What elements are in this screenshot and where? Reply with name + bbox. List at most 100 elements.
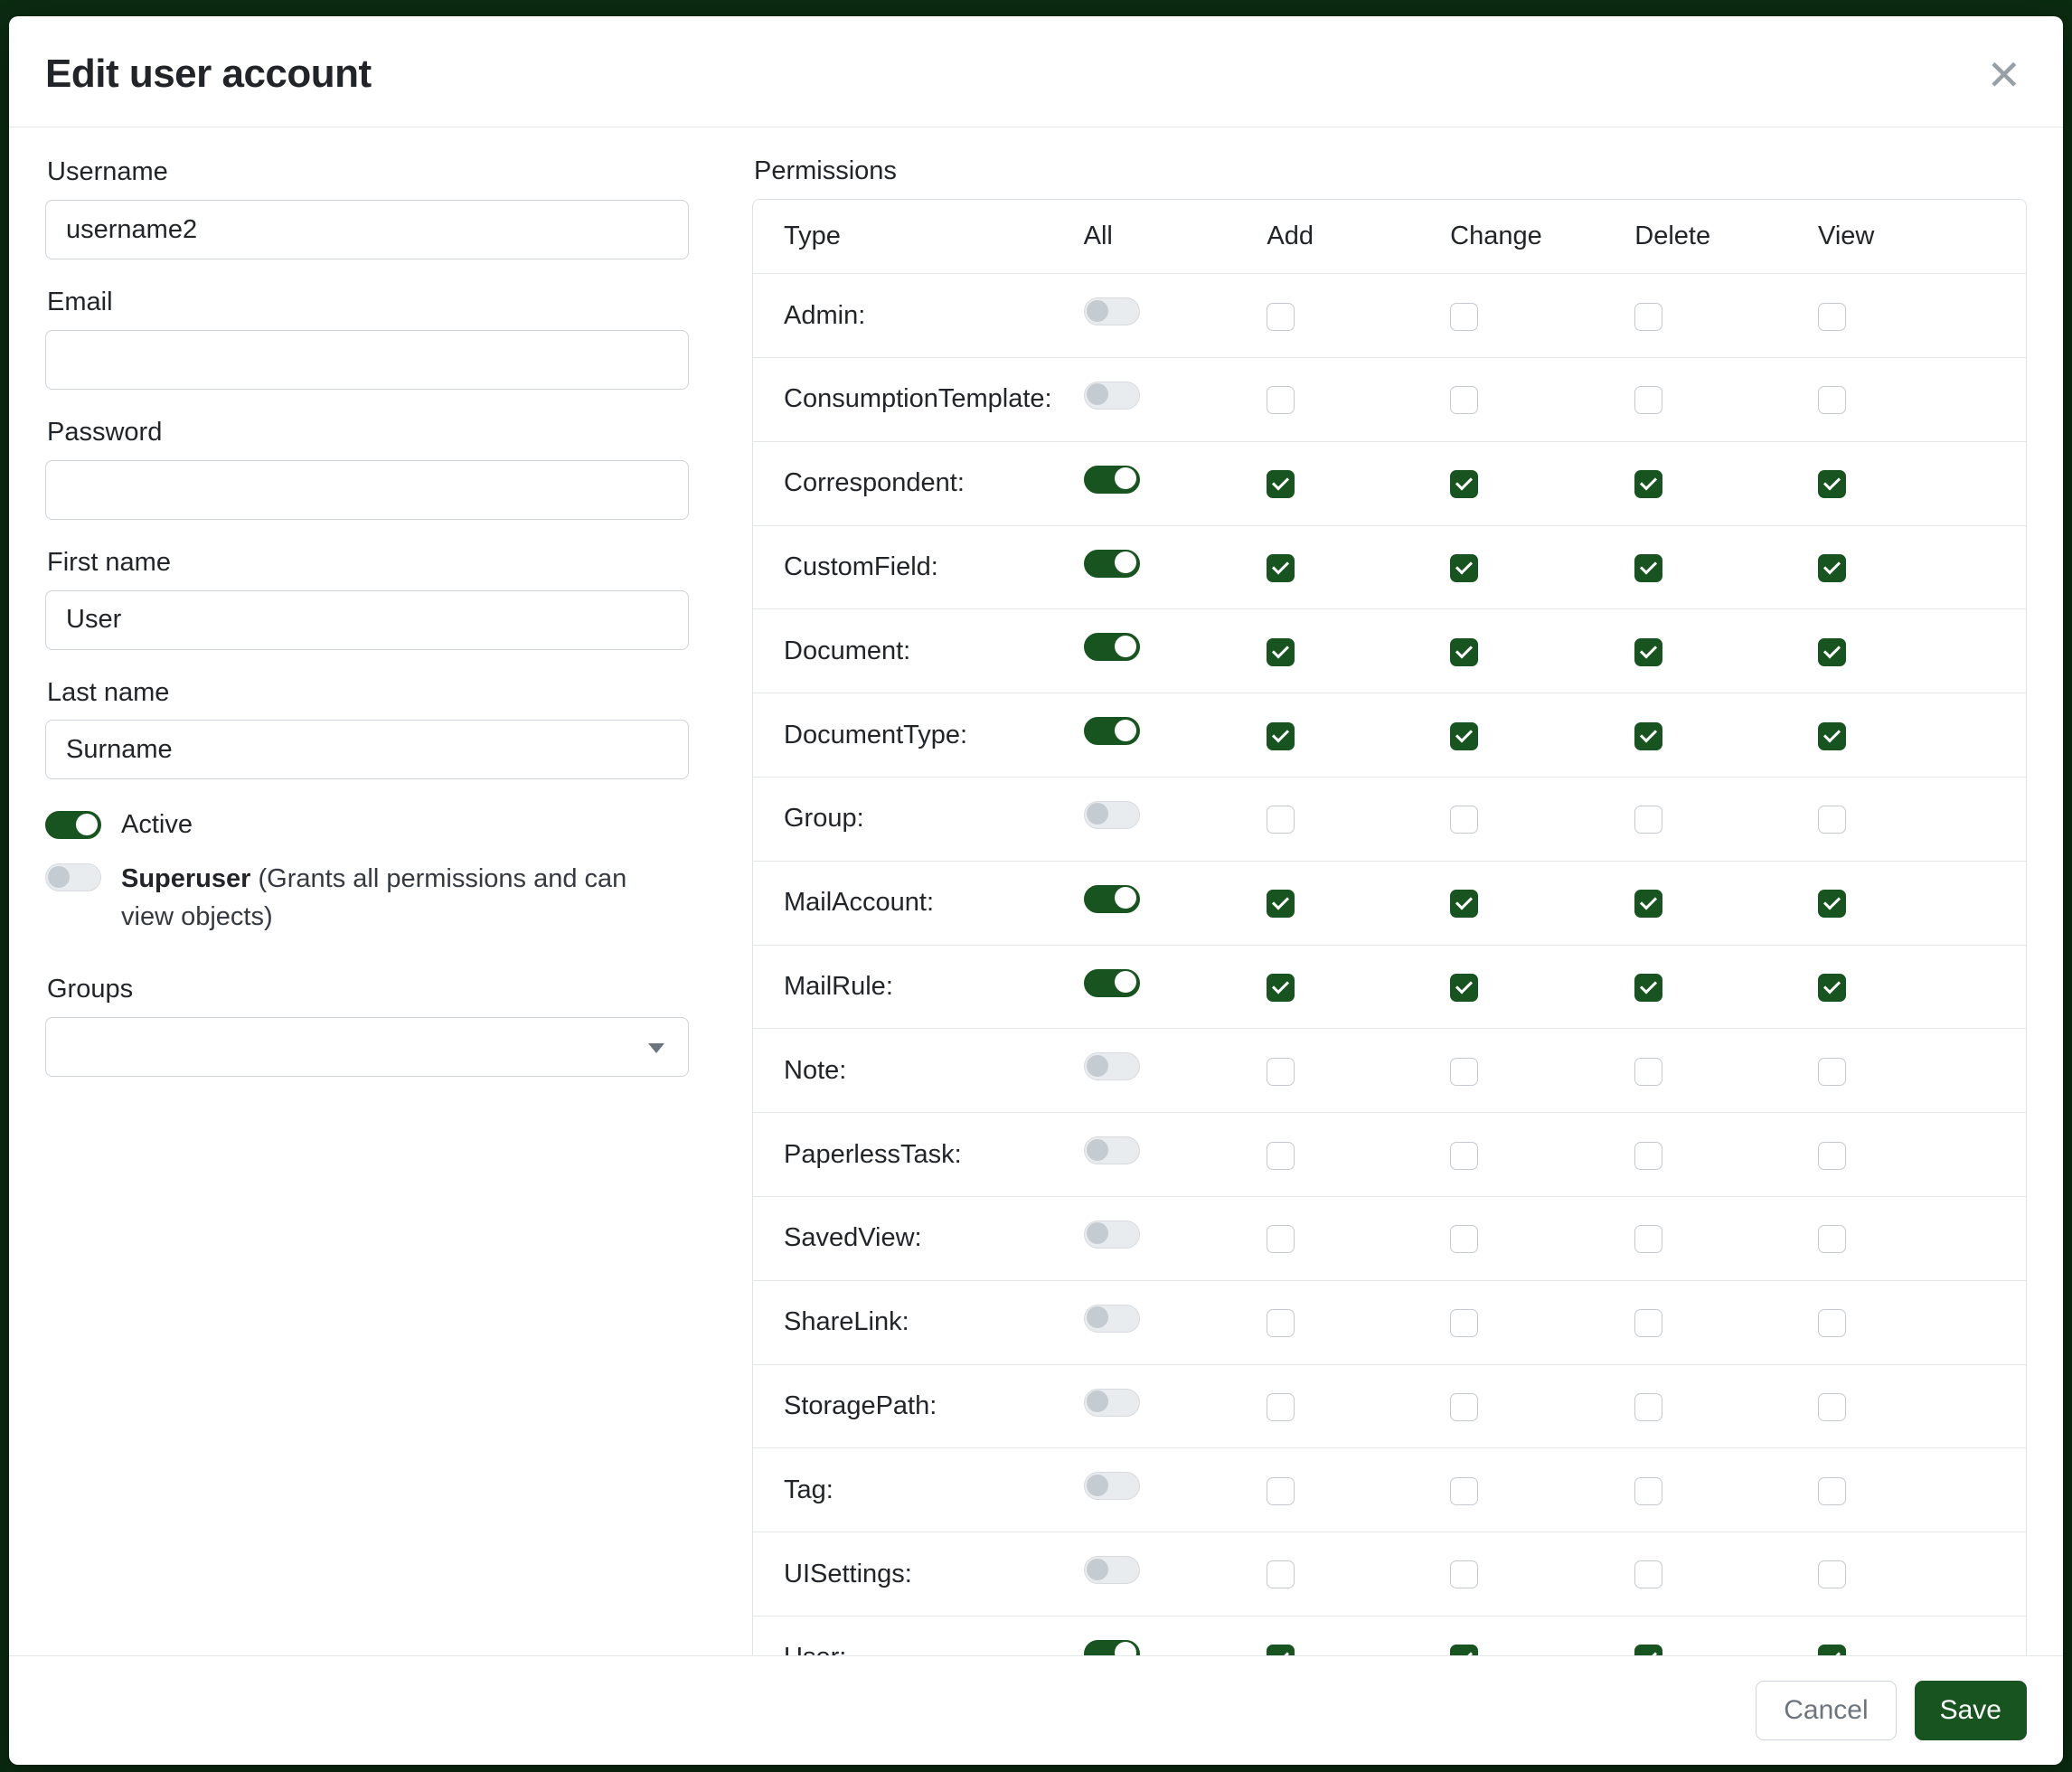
- permission-add-checkbox[interactable]: [1267, 1393, 1295, 1421]
- permission-change-checkbox[interactable]: [1450, 890, 1478, 918]
- permission-view-checkbox[interactable]: [1818, 722, 1846, 750]
- permission-all-toggle[interactable]: [1084, 1221, 1140, 1249]
- permission-all-toggle[interactable]: [1084, 969, 1140, 997]
- permission-add-checkbox[interactable]: [1267, 1645, 1295, 1655]
- permission-add-checkbox[interactable]: [1267, 554, 1295, 582]
- permission-view-checkbox[interactable]: [1818, 974, 1846, 1002]
- permission-all-toggle[interactable]: [1084, 382, 1140, 410]
- permission-delete-checkbox[interactable]: [1634, 1393, 1662, 1421]
- username-input[interactable]: [45, 200, 689, 259]
- toggle-knob: [1087, 1139, 1108, 1161]
- permission-delete-checkbox[interactable]: [1634, 1560, 1662, 1588]
- permission-change-checkbox[interactable]: [1450, 1645, 1478, 1655]
- permission-view-checkbox[interactable]: [1818, 1225, 1846, 1253]
- permission-view-checkbox[interactable]: [1818, 1309, 1846, 1337]
- permission-add-checkbox[interactable]: [1267, 1225, 1295, 1253]
- permission-change-checkbox[interactable]: [1450, 1393, 1478, 1421]
- permission-all-toggle[interactable]: [1084, 633, 1140, 661]
- cancel-button[interactable]: Cancel: [1756, 1681, 1896, 1740]
- permission-delete-checkbox[interactable]: [1634, 1142, 1662, 1170]
- permission-add-checkbox[interactable]: [1267, 806, 1295, 834]
- permission-all-toggle[interactable]: [1084, 1052, 1140, 1080]
- email-input[interactable]: [45, 330, 689, 390]
- permission-all-toggle[interactable]: [1084, 717, 1140, 745]
- permission-add-checkbox[interactable]: [1267, 974, 1295, 1002]
- permission-view-checkbox[interactable]: [1818, 1393, 1846, 1421]
- permission-delete-checkbox[interactable]: [1634, 1477, 1662, 1505]
- permission-add-checkbox[interactable]: [1267, 890, 1295, 918]
- permission-change-checkbox[interactable]: [1450, 386, 1478, 414]
- permission-change-checkbox[interactable]: [1450, 638, 1478, 666]
- permission-delete-checkbox[interactable]: [1634, 554, 1662, 582]
- permission-delete-checkbox[interactable]: [1634, 386, 1662, 414]
- permission-change-checkbox[interactable]: [1450, 1225, 1478, 1253]
- permission-delete-checkbox[interactable]: [1634, 806, 1662, 834]
- first-name-input[interactable]: [45, 590, 689, 650]
- permission-all-toggle[interactable]: [1084, 1389, 1140, 1417]
- permission-change-checkbox[interactable]: [1450, 974, 1478, 1002]
- permission-change-checkbox[interactable]: [1450, 1477, 1478, 1505]
- permission-all-toggle[interactable]: [1084, 550, 1140, 578]
- permission-change-checkbox[interactable]: [1450, 554, 1478, 582]
- permission-all-toggle[interactable]: [1084, 801, 1140, 829]
- permission-delete-checkbox[interactable]: [1634, 1645, 1662, 1655]
- permission-change-checkbox[interactable]: [1450, 1142, 1478, 1170]
- permission-change-checkbox[interactable]: [1450, 1560, 1478, 1588]
- permission-add-checkbox[interactable]: [1267, 470, 1295, 498]
- permission-add-checkbox[interactable]: [1267, 1142, 1295, 1170]
- permission-delete-checkbox[interactable]: [1634, 974, 1662, 1002]
- permission-view-checkbox[interactable]: [1818, 890, 1846, 918]
- permission-view-checkbox[interactable]: [1818, 554, 1846, 582]
- permission-view-checkbox[interactable]: [1818, 806, 1846, 834]
- permission-all-toggle[interactable]: [1084, 1640, 1140, 1655]
- permission-add-checkbox[interactable]: [1267, 1309, 1295, 1337]
- permission-add-checkbox[interactable]: [1267, 1477, 1295, 1505]
- permission-all-toggle[interactable]: [1084, 466, 1140, 494]
- permission-delete-checkbox[interactable]: [1634, 638, 1662, 666]
- superuser-text: Superuser (Grants all permissions and ca…: [121, 860, 664, 936]
- permission-change-checkbox[interactable]: [1450, 470, 1478, 498]
- permission-all-toggle[interactable]: [1084, 1472, 1140, 1500]
- permission-add-checkbox[interactable]: [1267, 722, 1295, 750]
- permission-change-checkbox[interactable]: [1450, 1058, 1478, 1086]
- permission-add-checkbox[interactable]: [1267, 1058, 1295, 1086]
- permission-type-label: StoragePath:: [753, 1364, 1077, 1448]
- password-input[interactable]: [45, 460, 689, 520]
- permission-view-checkbox[interactable]: [1818, 1058, 1846, 1086]
- permission-change-checkbox[interactable]: [1450, 806, 1478, 834]
- permission-add-checkbox[interactable]: [1267, 303, 1295, 331]
- permission-all-toggle[interactable]: [1084, 1556, 1140, 1584]
- active-toggle[interactable]: [45, 811, 101, 839]
- permission-delete-checkbox[interactable]: [1634, 1058, 1662, 1086]
- permission-view-checkbox[interactable]: [1818, 386, 1846, 414]
- permission-add-checkbox[interactable]: [1267, 1560, 1295, 1588]
- permission-view-checkbox[interactable]: [1818, 303, 1846, 331]
- permission-view-checkbox[interactable]: [1818, 638, 1846, 666]
- permission-add-checkbox[interactable]: [1267, 386, 1295, 414]
- permission-delete-checkbox[interactable]: [1634, 470, 1662, 498]
- permission-delete-checkbox[interactable]: [1634, 890, 1662, 918]
- permission-view-checkbox[interactable]: [1818, 1142, 1846, 1170]
- save-button[interactable]: Save: [1915, 1681, 2027, 1740]
- permission-delete-checkbox[interactable]: [1634, 1225, 1662, 1253]
- permission-change-checkbox[interactable]: [1450, 722, 1478, 750]
- permission-view-checkbox[interactable]: [1818, 1477, 1846, 1505]
- permission-delete-checkbox[interactable]: [1634, 722, 1662, 750]
- permission-delete-checkbox[interactable]: [1634, 1309, 1662, 1337]
- permissions-title: Permissions: [754, 156, 2027, 186]
- permission-change-checkbox[interactable]: [1450, 1309, 1478, 1337]
- permission-all-toggle[interactable]: [1084, 297, 1140, 325]
- last-name-input[interactable]: [45, 720, 689, 779]
- permission-add-checkbox[interactable]: [1267, 638, 1295, 666]
- permission-view-checkbox[interactable]: [1818, 1645, 1846, 1655]
- permission-all-toggle[interactable]: [1084, 1305, 1140, 1333]
- permission-view-checkbox[interactable]: [1818, 1560, 1846, 1588]
- permission-delete-checkbox[interactable]: [1634, 303, 1662, 331]
- groups-select[interactable]: [45, 1017, 689, 1077]
- superuser-toggle[interactable]: [45, 863, 101, 891]
- close-icon[interactable]: ✕: [1986, 54, 2021, 96]
- permission-all-toggle[interactable]: [1084, 1136, 1140, 1164]
- permission-view-checkbox[interactable]: [1818, 470, 1846, 498]
- permission-change-checkbox[interactable]: [1450, 303, 1478, 331]
- permission-all-toggle[interactable]: [1084, 885, 1140, 913]
